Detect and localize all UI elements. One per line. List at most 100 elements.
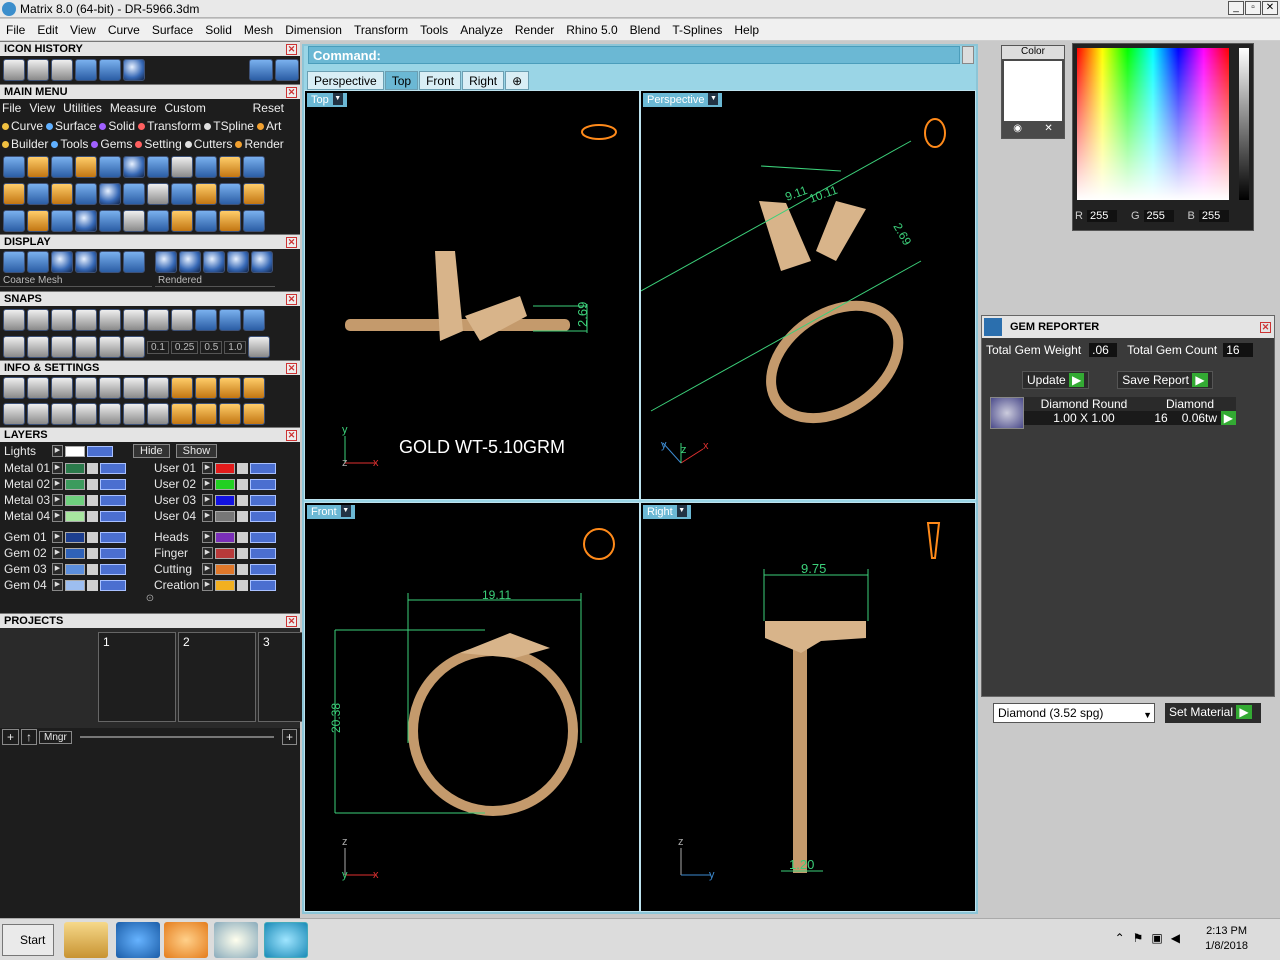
sphere-icon[interactable] (51, 251, 73, 273)
info-icon[interactable] (195, 403, 217, 425)
layer-row[interactable]: Metal 01 ▶ (0, 460, 150, 476)
layer-color[interactable] (65, 494, 85, 506)
snap-icon[interactable] (3, 309, 25, 331)
shading-sphere-icon[interactable] (179, 251, 201, 273)
tool-icon[interactable] (3, 209, 25, 232)
info-icon[interactable] (147, 403, 169, 425)
snap-icon[interactable] (27, 336, 49, 358)
menu-mesh[interactable]: Mesh (238, 23, 279, 37)
info-icon[interactable] (171, 403, 193, 425)
snap-value[interactable]: 1.0 (224, 340, 247, 354)
expand-icon[interactable]: ▶ (202, 547, 213, 559)
lock-icon[interactable] (237, 510, 248, 522)
layer-toggle[interactable] (250, 547, 276, 559)
layer-toggle[interactable] (100, 579, 126, 591)
snap-icon[interactable] (123, 336, 145, 358)
snap-icon[interactable] (27, 309, 49, 331)
lock-icon[interactable] (237, 531, 248, 543)
viewport-right[interactable]: Right ▼ 9.75 1.20 z y (640, 502, 976, 912)
manager-button[interactable]: Mngr (39, 730, 72, 744)
layer-row[interactable]: Finger ▶ (150, 545, 300, 561)
render-mode-select[interactable]: Rendered (155, 275, 275, 287)
layer-color[interactable] (65, 445, 85, 457)
info-icon[interactable] (195, 377, 217, 399)
info-icon[interactable] (3, 403, 25, 425)
clear-icon[interactable]: ✕ (1044, 123, 1052, 134)
volume-icon[interactable]: ◀ (1171, 931, 1180, 945)
palette-icon[interactable]: ◉ (1013, 123, 1022, 134)
history-icon[interactable] (99, 59, 121, 81)
layer-toggle[interactable] (100, 510, 126, 522)
expand-icon[interactable]: ▶ (202, 462, 213, 474)
tool-icon[interactable] (75, 209, 97, 232)
layer-row[interactable]: Creation ▶ (150, 577, 300, 593)
current-color[interactable] (1004, 61, 1062, 121)
snap-value[interactable]: 0.1 (147, 340, 169, 354)
tool-icon[interactable] (27, 182, 49, 205)
tool-icon[interactable] (171, 155, 193, 178)
tool-icon[interactable] (75, 182, 97, 205)
minimize-button[interactable]: _ (1228, 1, 1244, 15)
layer-color[interactable] (215, 494, 235, 506)
layer-color[interactable] (65, 462, 85, 474)
chevron-up-icon[interactable]: ⌃ (1115, 931, 1125, 945)
layer-toggle[interactable] (100, 547, 126, 559)
snap-icon[interactable] (75, 336, 97, 358)
render-icon[interactable] (99, 251, 121, 273)
close-icon[interactable]: ✕ (286, 362, 297, 374)
material-select[interactable]: Diamond (3.52 spg) ▼ (993, 703, 1155, 723)
lock-icon[interactable] (237, 462, 248, 474)
expand-icon[interactable]: ▶ (52, 478, 63, 490)
lock-icon[interactable] (237, 563, 248, 575)
lock-icon[interactable] (87, 462, 98, 474)
info-icon[interactable] (219, 377, 241, 399)
main-menu-category[interactable]: Cutters (184, 137, 232, 151)
media-player-icon[interactable] (164, 922, 208, 958)
project-slot[interactable]: 2 (178, 632, 256, 722)
layer-color[interactable] (65, 510, 85, 522)
arrow-left-icon[interactable] (249, 59, 273, 81)
expand-icon[interactable]: ▶ (52, 579, 63, 591)
layer-toggle[interactable] (100, 563, 126, 575)
info-icon[interactable] (243, 377, 265, 399)
g-value[interactable]: 255 (1143, 210, 1174, 222)
tab-right[interactable]: Right (462, 71, 505, 90)
layer-row[interactable]: Metal 02 ▶ (0, 476, 150, 492)
r-value[interactable]: 255 (1086, 210, 1117, 222)
info-icon[interactable] (147, 377, 169, 399)
layer-row[interactable]: Metal 04 ▶ (0, 508, 150, 524)
expand-icon[interactable]: ▶ (202, 494, 213, 506)
layer-color[interactable] (215, 579, 235, 591)
expand-icon[interactable]: ▶ (52, 563, 63, 575)
history-icon[interactable] (3, 59, 25, 81)
collapse-icon[interactable]: ⊙ (0, 593, 300, 613)
main-menu-category[interactable]: Solid (99, 119, 135, 133)
menu-blend[interactable]: Blend (624, 23, 667, 37)
tool-icon[interactable] (99, 155, 121, 178)
info-icon[interactable] (51, 377, 73, 399)
gem-row[interactable]: Diamond Round 1.00 X 1.00 Diamond 16 0.06tw… (990, 397, 1274, 429)
main-menu-category[interactable]: Builder (2, 137, 48, 151)
layer-color[interactable] (215, 478, 235, 490)
info-icon[interactable] (27, 403, 49, 425)
menu-t-splines[interactable]: T-Splines (666, 23, 728, 37)
mesh-select[interactable]: Coarse Mesh (0, 275, 152, 287)
layer-row[interactable]: Gem 03 ▶ (0, 561, 150, 577)
lock-icon[interactable] (87, 531, 98, 543)
lock-icon[interactable] (87, 510, 98, 522)
main-menu-item[interactable]: Measure (110, 101, 157, 115)
info-icon[interactable] (51, 403, 73, 425)
main-menu-item[interactable]: Custom (165, 101, 206, 115)
snap-icon[interactable] (243, 309, 265, 331)
info-icon[interactable] (123, 403, 145, 425)
lock-icon[interactable] (87, 579, 98, 591)
tool-icon[interactable] (195, 182, 217, 205)
matrix-icon[interactable] (264, 922, 308, 958)
lock-icon[interactable] (87, 494, 98, 506)
menu-dimension[interactable]: Dimension (279, 23, 348, 37)
main-menu-category[interactable]: Render (235, 137, 284, 151)
start-button[interactable]: Start (2, 924, 54, 956)
info-icon[interactable] (75, 377, 97, 399)
layer-row[interactable]: Gem 02 ▶ (0, 545, 150, 561)
tool-icon[interactable] (3, 155, 25, 178)
